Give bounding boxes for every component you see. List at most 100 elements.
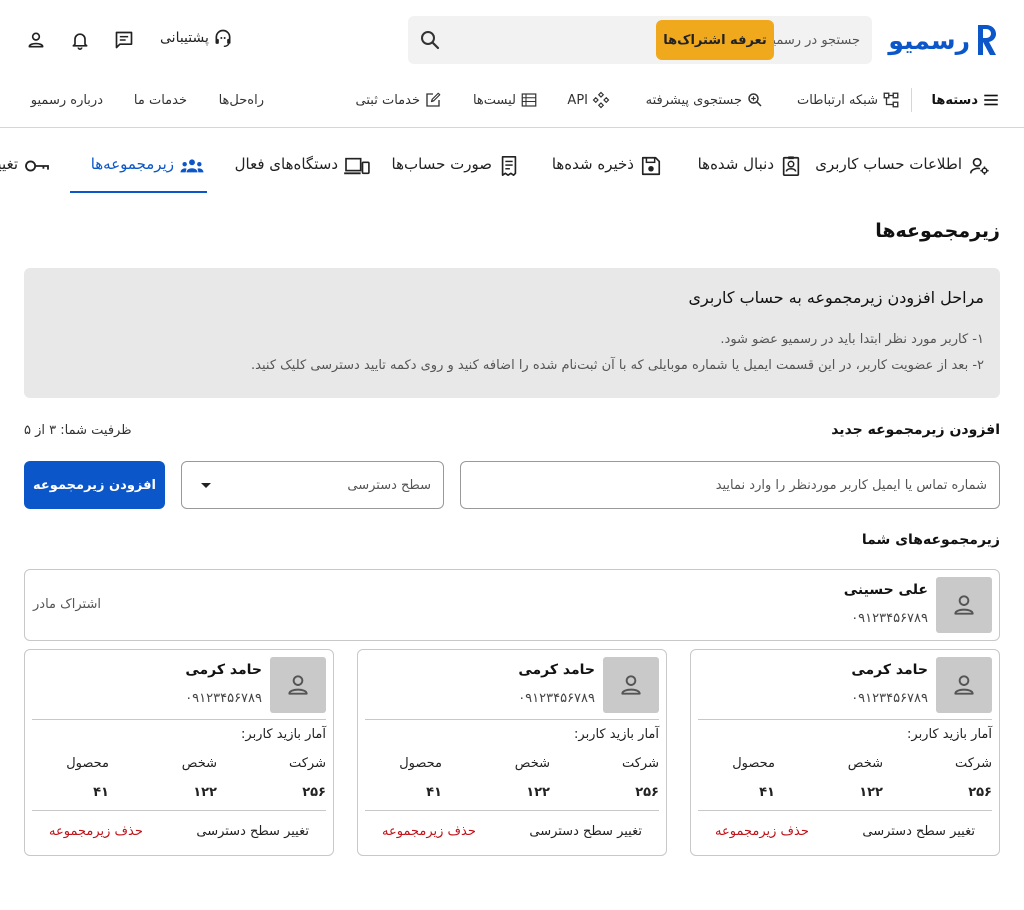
add-subaccount-button[interactable]: افزودن زیرمجموعه	[24, 461, 165, 509]
access-level-placeholder: سطح دسترسی	[347, 477, 431, 493]
parent-subscription-label: اشتراک مادر	[33, 597, 101, 612]
change-access-button[interactable]: تغییر سطح دسترسی	[529, 824, 642, 839]
edit-icon	[426, 92, 441, 107]
remove-subaccount-button[interactable]: حذف زیرمجموعه	[382, 824, 476, 839]
logo[interactable]: رسمیو	[888, 22, 998, 58]
divider	[698, 719, 992, 720]
divider	[698, 810, 992, 811]
messages-icon	[115, 31, 133, 49]
headset-icon	[215, 29, 231, 47]
nav-about[interactable]: درباره رسمیو	[31, 90, 103, 110]
tab-followed[interactable]: دنبال شده‌ها	[698, 142, 802, 194]
nav-registration-services[interactable]: خدمات ثبتی	[356, 90, 442, 110]
add-section-title: افزودن زیرمجموعه جدید	[831, 422, 1000, 438]
divider	[32, 719, 326, 720]
tab-saved[interactable]: ذخیره شده‌ها	[552, 142, 662, 194]
page-title: زیرمجموعه‌ها	[875, 220, 1000, 242]
logo-text: رسمیو	[888, 25, 970, 55]
divider	[365, 719, 659, 720]
remove-subaccount-button[interactable]: حذف زیرمجموعه	[49, 824, 143, 839]
logo-mark-icon	[978, 25, 996, 55]
stat-header-product: محصول	[399, 756, 442, 771]
messages-button[interactable]	[112, 28, 136, 52]
person-icon	[621, 675, 641, 695]
tab-active-devices[interactable]: دستگاه‌های فعال	[235, 142, 370, 194]
nav-categories[interactable]: دسته‌ها	[931, 90, 1000, 110]
person-icon	[954, 595, 974, 615]
list-icon	[521, 93, 537, 107]
stat-value-product: ۴۱	[426, 785, 442, 800]
tab-change-password[interactable]: تغییر	[0, 142, 50, 194]
stat-header-product: محصول	[66, 756, 109, 771]
menu-icon	[984, 94, 998, 106]
nav-network[interactable]: شبکه ارتباطات	[797, 90, 900, 110]
subaccount-phone: ۰۹۱۲۳۴۵۶۷۸۹	[185, 691, 262, 706]
user-settings-icon	[969, 157, 989, 175]
nav-lists[interactable]: لیست‌ها	[473, 90, 538, 110]
key-icon	[25, 160, 49, 172]
your-subaccounts-title: زیرمجموعه‌های شما	[861, 532, 1000, 548]
change-access-button[interactable]: تغییر سطح دسترسی	[196, 824, 309, 839]
info-step-2: ۲- بعد از عضویت کاربر، در این قسمت ایمیل…	[251, 358, 984, 373]
search-bar	[408, 16, 872, 64]
stat-header-company: شرکت	[621, 756, 659, 771]
chevron-down-icon	[201, 483, 211, 488]
parent-name: علی حسینی	[843, 582, 928, 598]
search-button[interactable]	[408, 18, 452, 62]
notifications-button[interactable]	[68, 28, 92, 52]
account-tabs: اطلاعات حساب کاربری دنبال شده‌ها ذخیره ش…	[0, 142, 1024, 194]
followed-icon	[782, 156, 800, 176]
search-icon	[421, 31, 440, 50]
account-button[interactable]	[24, 28, 48, 52]
info-title: مراحل افزودن زیرمجموعه به حساب کاربری	[688, 288, 984, 307]
stat-header-product: محصول	[732, 756, 775, 771]
support-link[interactable]: پشتیبانی	[160, 28, 233, 48]
subaccount-card: حامد کرمی ۰۹۱۲۳۴۵۶۷۸۹ آمار بازید کاربر: …	[690, 649, 1000, 856]
stat-value-product: ۴۱	[759, 785, 775, 800]
stat-value-company: ۲۵۶	[302, 785, 326, 800]
access-level-select[interactable]: سطح دسترسی	[181, 461, 444, 509]
avatar	[936, 657, 992, 713]
nav-solutions[interactable]: راه‌حل‌ها	[219, 90, 264, 110]
avatar	[603, 657, 659, 713]
stat-header-person: شخص	[181, 756, 217, 771]
remove-subaccount-button[interactable]: حذف زیرمجموعه	[715, 824, 809, 839]
person-icon	[954, 675, 974, 695]
stat-header-company: شرکت	[288, 756, 326, 771]
advanced-search-icon	[748, 93, 762, 107]
tab-invoices[interactable]: صورت حساب‌ها	[392, 142, 520, 194]
subaccount-name: حامد کرمی	[518, 662, 595, 678]
main-nav: دسته‌ها شبکه ارتباطات جستجوی پیشرفته API	[0, 80, 1024, 128]
support-label: پشتیبانی	[160, 30, 209, 46]
stat-value-company: ۲۵۶	[635, 785, 659, 800]
tab-account-info[interactable]: اطلاعات حساب کاربری	[815, 142, 990, 194]
network-icon	[883, 92, 899, 108]
plans-button[interactable]: تعرفه اشتراک‌ها	[656, 20, 774, 60]
visit-stats-label: آمار بازید کاربر:	[907, 727, 992, 742]
group-icon	[180, 159, 204, 173]
parent-account-card: علی حسینی ۰۹۱۲۳۴۵۶۷۸۹ اشتراک مادر	[24, 569, 1000, 641]
nav-separator	[911, 88, 912, 112]
subaccount-phone: ۰۹۱۲۳۴۵۶۷۸۹	[851, 691, 928, 706]
receipt-icon	[501, 156, 517, 176]
contact-field[interactable]	[460, 461, 1000, 509]
devices-icon	[344, 157, 370, 175]
info-step-1: ۱- کاربر مورد نظر ابتدا باید در رسمیو عض…	[720, 332, 984, 347]
stat-value-company: ۲۵۶	[968, 785, 992, 800]
bell-icon	[72, 33, 88, 50]
save-icon	[641, 156, 661, 176]
change-access-button[interactable]: تغییر سطح دسترسی	[862, 824, 975, 839]
nav-api[interactable]: API	[567, 90, 610, 110]
stat-header-person: شخص	[847, 756, 883, 771]
active-tab-indicator	[70, 191, 207, 193]
header: رسمیو تعرفه اشتراک‌ها پشتیبانی	[0, 0, 1024, 80]
nav-our-services[interactable]: خدمات ما	[134, 90, 187, 110]
stat-header-person: شخص	[514, 756, 550, 771]
tab-subaccounts[interactable]: زیرمجموعه‌ها	[91, 142, 204, 194]
divider	[32, 810, 326, 811]
subaccount-name: حامد کرمی	[185, 662, 262, 678]
stat-value-person: ۱۲۲	[526, 785, 550, 800]
nav-advanced-search[interactable]: جستجوی پیشرفته	[646, 90, 764, 110]
visit-stats-label: آمار بازید کاربر:	[241, 727, 326, 742]
parent-phone: ۰۹۱۲۳۴۵۶۷۸۹	[851, 611, 928, 626]
